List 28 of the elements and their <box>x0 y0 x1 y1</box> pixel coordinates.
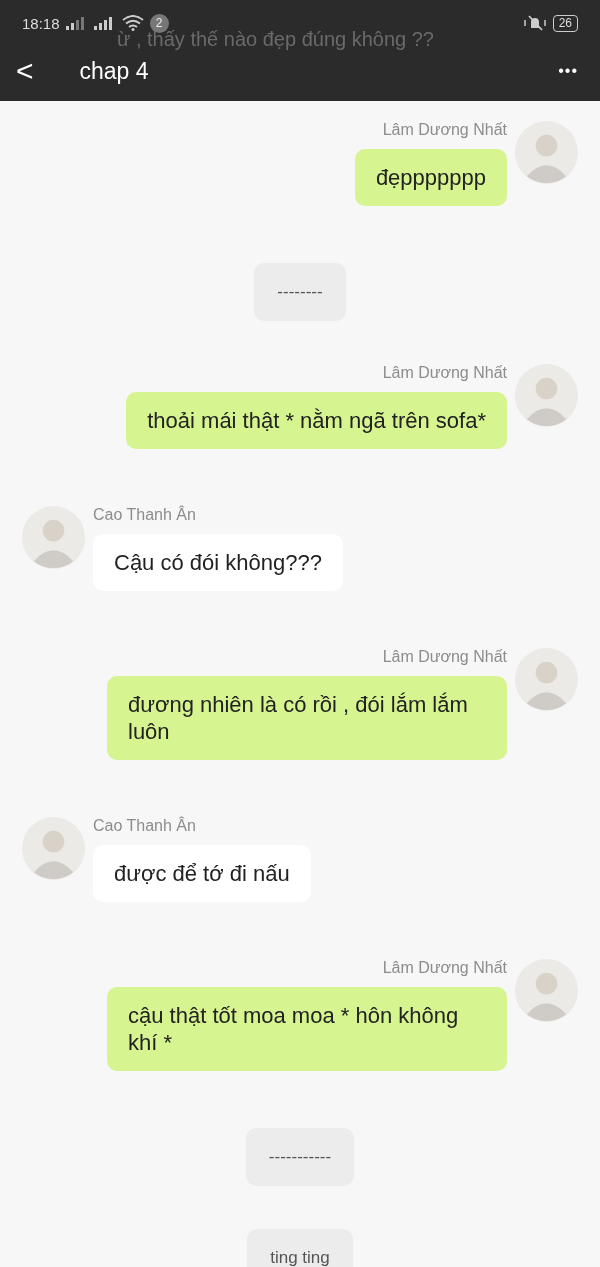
message-bubble: ----------- <box>245 1128 355 1186</box>
battery-indicator: 26 <box>552 14 578 32</box>
status-time: 18:18 <box>22 14 60 32</box>
sender-name: Cao Thanh Ân <box>93 817 196 835</box>
sender-name: Lâm Dương Nhất <box>382 959 507 977</box>
message-bubble: đương nhiên là có rồi , đói lắm lắm luôn <box>107 676 507 760</box>
message-bubble: đẹppppppp <box>354 149 507 206</box>
back-button[interactable]: < <box>12 56 38 86</box>
avatar <box>22 817 85 880</box>
chat-title: chap 4 <box>79 57 149 85</box>
wifi-icon <box>121 15 144 31</box>
sender-name: Lâm Dương Nhất <box>382 364 507 382</box>
avatar <box>515 648 578 711</box>
message-bubble: cậu thật tốt moa moa * hôn không khí * <box>107 987 507 1071</box>
message-bubble: Cậu có đói không??? <box>93 534 343 591</box>
more-button[interactable]: ••• <box>558 62 578 80</box>
mute-icon <box>522 14 547 32</box>
message-bubble: ting ting <box>247 1229 353 1267</box>
message-bubble: được để tớ đi nấu <box>93 845 311 902</box>
avatar <box>22 506 85 569</box>
avatar <box>515 121 578 184</box>
avatar <box>515 364 578 427</box>
sender-name: Cao Thanh Ân <box>93 506 196 524</box>
avatar <box>515 959 578 1022</box>
message-bubble: -------- <box>254 263 346 321</box>
sender-name: Lâm Dương Nhất <box>382 648 507 666</box>
message-bubble: thoải mái thật * nằm ngã trên sofa* <box>126 392 507 449</box>
sender-name: Lâm Dương Nhất <box>382 121 507 139</box>
